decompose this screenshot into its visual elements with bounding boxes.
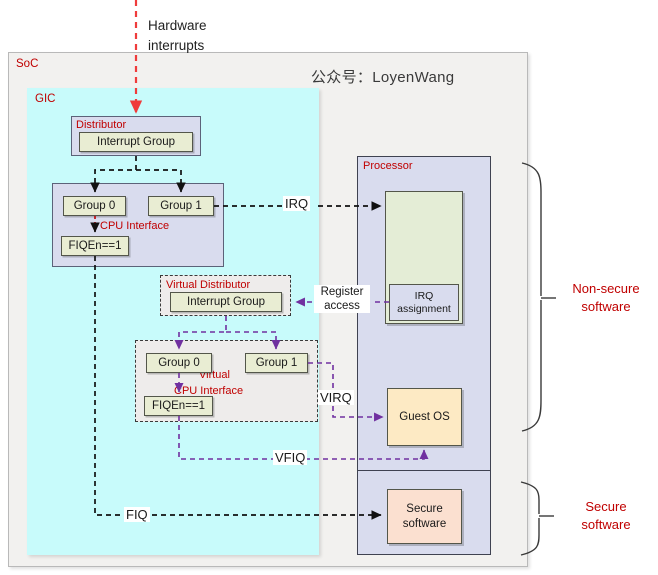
edge-label-irq: IRQ (283, 196, 311, 211)
brace-non-secure-top (521, 162, 542, 296)
wire-vfiq-left (178, 416, 273, 460)
edge-label-vfiq: VFIQ (273, 450, 308, 465)
non-secure-line1: Non-secure (572, 281, 640, 296)
wire-vdist-to-vgroup0 (174, 316, 227, 350)
wire-fiq-left (94, 256, 124, 516)
edge-label-fiq: FIQ (124, 507, 150, 522)
edge-label-virq: VIRQ (318, 390, 354, 405)
brace-non-secure-bottom (521, 300, 542, 432)
secure-line1: Secure (585, 499, 627, 514)
brace-secure-bottom (520, 518, 540, 556)
wire-vfiq-right (305, 449, 429, 460)
non-secure-line2: software (581, 299, 631, 314)
register-access-line1: Register (320, 286, 364, 298)
edge-label-register-access: Register access (314, 285, 370, 313)
non-secure-software-label: Non-secure software (558, 280, 654, 316)
secure-software-label: Secure software (558, 498, 654, 534)
wire-virq-up (308, 362, 334, 388)
wire-dist-to-group1 (136, 169, 186, 193)
brace-secure-top (520, 481, 540, 514)
wire-virq-right (332, 406, 384, 422)
wire-vdist-to-vgroup1 (226, 331, 281, 350)
wire-dist-to-group0 (90, 156, 137, 193)
register-access-line2: access (324, 300, 360, 312)
secure-line2: software (581, 517, 631, 532)
